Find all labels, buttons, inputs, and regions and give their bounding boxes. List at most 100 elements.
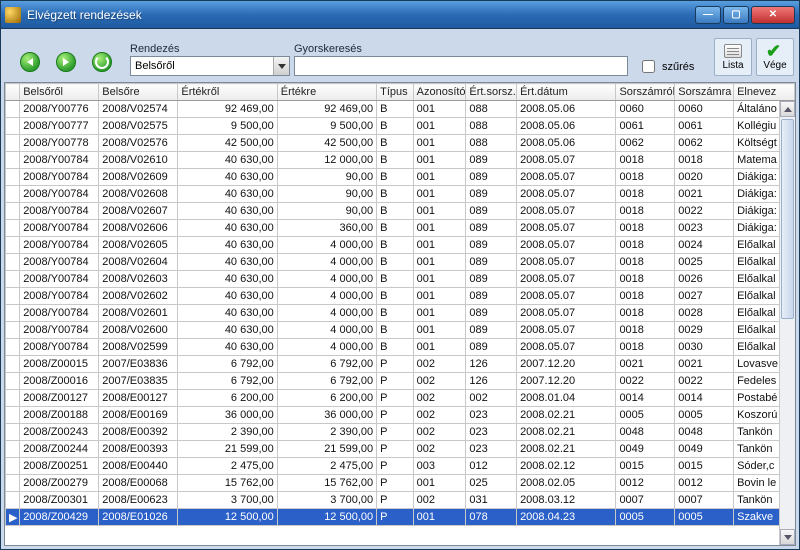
table-row[interactable]: 2008/Z003012008/E006233 700,003 700,00P0… [6, 492, 795, 509]
column-header[interactable]: Értékre [277, 84, 376, 101]
forward-button[interactable] [56, 52, 76, 72]
table-cell: 088 [466, 135, 517, 152]
column-header[interactable]: Sorszámról [616, 84, 675, 101]
column-header[interactable]: Belsőről [20, 84, 99, 101]
table-cell: 0018 [616, 203, 675, 220]
table-cell: 2008/E01026 [99, 509, 178, 526]
table-cell: 2008.02.12 [517, 458, 616, 475]
table-row[interactable]: 2008/Z001272008/E001276 200,006 200,00P0… [6, 390, 795, 407]
table-row[interactable]: 2008/Y007842008/V0260040 630,004 000,00B… [6, 322, 795, 339]
filter-checkbox-wrap[interactable]: szűrés [638, 57, 694, 76]
table-cell: 40 630,00 [178, 254, 277, 271]
table-cell: 0026 [675, 271, 734, 288]
scroll-up-button[interactable] [780, 101, 795, 117]
table-row[interactable]: ▶2008/Z004292008/E0102612 500,0012 500,0… [6, 509, 795, 526]
table-cell: 2008.05.07 [517, 305, 616, 322]
table-row[interactable]: 2008/Y007762008/V0257492 469,0092 469,00… [6, 101, 795, 118]
table-cell: 0018 [675, 152, 734, 169]
table-row[interactable]: 2008/Y007842008/V0260440 630,004 000,00B… [6, 254, 795, 271]
scroll-down-button[interactable] [780, 529, 795, 545]
table-cell: P [377, 509, 414, 526]
table-cell: 2007/E03836 [99, 356, 178, 373]
column-header[interactable]: Sorszámra [675, 84, 734, 101]
table-row[interactable]: 2008/Y007842008/V0260540 630,004 000,00B… [6, 237, 795, 254]
sort-combobox[interactable]: Belsőről [130, 56, 290, 76]
table-cell: P [377, 441, 414, 458]
table-cell: 0015 [675, 458, 734, 475]
table-cell: 40 630,00 [178, 271, 277, 288]
table-cell: 0048 [675, 424, 734, 441]
table-row[interactable]: 2008/Y007842008/V0260340 630,004 000,00B… [6, 271, 795, 288]
table-cell: 2 390,00 [178, 424, 277, 441]
table-cell: 126 [466, 356, 517, 373]
toolbar: Rendezés Belsőről Gyorskeresés szűrés Li… [4, 32, 796, 82]
table-row[interactable]: 2008/Z002512008/E004402 475,002 475,00P0… [6, 458, 795, 475]
scroll-thumb[interactable] [781, 119, 794, 319]
table-cell: B [377, 288, 414, 305]
table-cell: B [377, 169, 414, 186]
table-cell: 089 [466, 203, 517, 220]
table-row[interactable]: 2008/Y007842008/V0260240 630,004 000,00B… [6, 288, 795, 305]
table-row[interactable]: 2008/Y007842008/V0260640 630,00360,00B00… [6, 220, 795, 237]
table-row[interactable]: 2008/Z002792008/E0006815 762,0015 762,00… [6, 475, 795, 492]
table-row[interactable]: 2008/Z000162007/E038356 792,006 792,00P0… [6, 373, 795, 390]
column-header[interactable]: Ért.dátum [517, 84, 616, 101]
table-cell: 0021 [675, 186, 734, 203]
table-row[interactable]: 2008/Y007842008/V0259940 630,004 000,00B… [6, 339, 795, 356]
sort-label: Rendezés [130, 43, 290, 55]
table-cell: 4 000,00 [277, 237, 376, 254]
table-cell: 4 000,00 [277, 271, 376, 288]
table-cell: 6 792,00 [178, 356, 277, 373]
column-header[interactable]: Azonosító [413, 84, 466, 101]
app-window: Elvégzett rendezések — ▢ ✕ Rendezés Bels… [0, 0, 800, 550]
column-header[interactable] [6, 84, 20, 101]
table-row[interactable]: 2008/Y007782008/V0257642 500,0042 500,00… [6, 135, 795, 152]
table-cell: 0005 [675, 407, 734, 424]
filter-checkbox[interactable] [642, 60, 655, 73]
table-cell: 002 [413, 424, 466, 441]
list-button[interactable]: Lista [714, 38, 752, 76]
column-header[interactable]: Értékről [178, 84, 277, 101]
table-cell: 2008.03.12 [517, 492, 616, 509]
table-cell: 2008/V02609 [99, 169, 178, 186]
table-row[interactable]: 2008/Y007772008/V025759 500,009 500,00B0… [6, 118, 795, 135]
table-cell: 2008.02.21 [517, 441, 616, 458]
column-header[interactable]: Elnevez [734, 84, 795, 101]
check-icon: ✔ [766, 44, 784, 58]
table-row[interactable]: 2008/Y007842008/V0260140 630,004 000,00B… [6, 305, 795, 322]
table-row[interactable]: 2008/Y007842008/V0260940 630,0090,00B001… [6, 169, 795, 186]
refresh-button[interactable] [92, 52, 112, 72]
back-button[interactable] [20, 52, 40, 72]
table-cell: P [377, 407, 414, 424]
table-cell: 0018 [616, 288, 675, 305]
table-row[interactable]: 2008/Y007842008/V0261040 630,0012 000,00… [6, 152, 795, 169]
table-row[interactable]: 2008/Y007842008/V0260740 630,0090,00B001… [6, 203, 795, 220]
row-indicator [6, 152, 20, 169]
vertical-scrollbar[interactable] [779, 101, 795, 545]
maximize-button[interactable]: ▢ [723, 6, 749, 24]
table-row[interactable]: 2008/Z001882008/E0016936 000,0036 000,00… [6, 407, 795, 424]
done-button[interactable]: ✔ Vége [756, 38, 794, 76]
column-header[interactable]: Típus [377, 84, 414, 101]
table-cell: 2008/V02603 [99, 271, 178, 288]
table-cell: 2008/Y00784 [20, 186, 99, 203]
table-cell: 2008.05.07 [517, 169, 616, 186]
table-cell: P [377, 373, 414, 390]
close-button[interactable]: ✕ [751, 6, 795, 24]
table-row[interactable]: 2008/Z002442008/E0039321 599,0021 599,00… [6, 441, 795, 458]
table-cell: 0025 [675, 254, 734, 271]
minimize-button[interactable]: — [695, 6, 721, 24]
table-row[interactable]: 2008/Y007842008/V0260840 630,0090,00B001… [6, 186, 795, 203]
table-cell: 088 [466, 101, 517, 118]
table-row[interactable]: 2008/Z000152007/E038366 792,006 792,00P0… [6, 356, 795, 373]
column-header[interactable]: Ért.sorsz. [466, 84, 517, 101]
column-header[interactable]: Belsőre [99, 84, 178, 101]
data-grid[interactable]: BelsőrőlBelsőreÉrtékrőlÉrtékreTípusAzono… [4, 82, 796, 546]
table-cell: 0028 [675, 305, 734, 322]
table-cell: 40 630,00 [178, 220, 277, 237]
table-cell: 0061 [616, 118, 675, 135]
table-row[interactable]: 2008/Z002432008/E003922 390,002 390,00P0… [6, 424, 795, 441]
search-input[interactable] [294, 56, 628, 76]
table-cell: 2008/V02602 [99, 288, 178, 305]
table-cell: 2008/Z00279 [20, 475, 99, 492]
